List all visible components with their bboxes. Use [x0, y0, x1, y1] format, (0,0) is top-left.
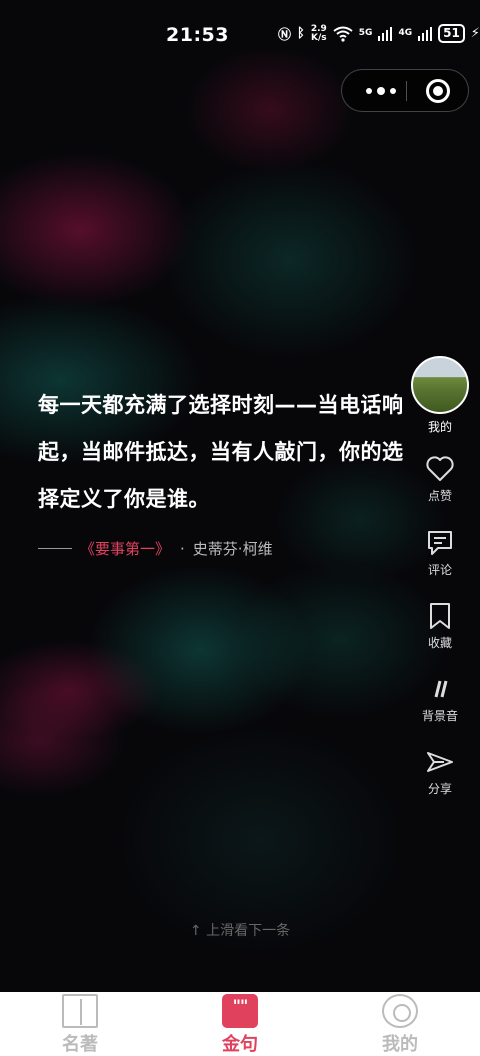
comment-icon	[425, 528, 455, 558]
favorite-button[interactable]: 收藏	[410, 601, 470, 651]
status-bar: 21:53 Ⓝ ᛒ 2.9 K/s 5G 4G 51 ⚡	[0, 0, 480, 70]
comment-button[interactable]: 评论	[410, 528, 470, 578]
bottom-tab-bar: 名著 金句 我的	[0, 992, 480, 1056]
dot-icon	[390, 87, 396, 94]
author-name: 史蒂芬·柯维	[192, 540, 273, 558]
signal-icon	[378, 26, 393, 41]
nfc-icon: Ⓝ	[278, 28, 292, 43]
charging-icon: ⚡	[470, 26, 480, 41]
bgm-label: 背景音	[421, 709, 458, 723]
avatar[interactable]	[411, 356, 469, 414]
heart-icon	[425, 454, 455, 484]
share-icon	[425, 747, 455, 777]
like-button[interactable]: 点赞	[410, 454, 470, 504]
side-actions: 我的 点赞 评论 收藏 背景音 分享	[410, 356, 470, 796]
quote-icon	[222, 994, 258, 1028]
signal-4g-label: 4G	[398, 28, 413, 38]
pause-music-icon	[425, 674, 455, 704]
me-label: 我的	[427, 420, 452, 434]
dot-icon	[377, 86, 385, 95]
tab-quotes-label: 金句	[222, 1034, 258, 1055]
source-dash	[38, 548, 72, 549]
quote-text: 每一天都充满了选择时刻——当电话响起，当邮件抵达，当有人敲门，你的选择定义了你是…	[38, 393, 404, 511]
quote-source: 《要事第一》 · 史蒂芬·柯维	[38, 538, 273, 559]
bookmark-icon	[425, 601, 455, 631]
book-title-link[interactable]: 《要事第一》	[80, 538, 170, 559]
favorite-label: 收藏	[427, 636, 452, 650]
capsule-divider	[406, 81, 407, 101]
book-icon	[62, 994, 98, 1028]
status-time: 21:53	[166, 24, 229, 46]
miniprogram-capsule	[341, 69, 469, 112]
tab-quotes[interactable]: 金句	[190, 992, 290, 1056]
tab-profile[interactable]: 我的	[350, 992, 450, 1056]
like-label: 点赞	[427, 489, 452, 503]
comment-label: 评论	[427, 563, 452, 577]
tab-classics[interactable]: 名著	[30, 992, 130, 1056]
battery-indicator: 51	[438, 24, 465, 43]
more-button[interactable]	[356, 70, 406, 111]
profile-icon	[382, 994, 418, 1028]
tab-classics-label: 名著	[62, 1034, 98, 1055]
share-button[interactable]: 分享	[410, 747, 470, 797]
net-speed-unit: K/s	[310, 32, 327, 43]
net-speed: 2.9 K/s	[310, 24, 327, 43]
signal-icon-2	[418, 26, 433, 41]
separator-dot: ·	[180, 539, 185, 558]
bgm-button[interactable]: 背景音	[410, 674, 470, 724]
swipe-hint: ↑ 上滑看下一条	[189, 923, 291, 939]
close-miniprogram-button[interactable]	[426, 79, 450, 103]
tab-profile-label: 我的	[382, 1034, 418, 1055]
signal-5g-label: 5G	[358, 28, 373, 38]
wifi-icon	[333, 26, 353, 42]
bluetooth-icon: ᛒ	[297, 26, 305, 41]
status-icons: Ⓝ ᛒ 2.9 K/s 5G 4G 51 ⚡	[278, 24, 480, 43]
share-label: 分享	[427, 782, 452, 796]
dot-icon	[366, 87, 372, 94]
